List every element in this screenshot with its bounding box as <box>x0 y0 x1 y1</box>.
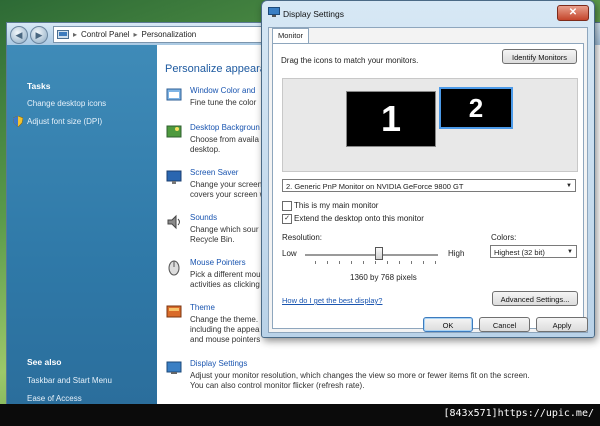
slider-tick <box>423 261 424 264</box>
identify-monitors-button[interactable]: Identify Monitors <box>502 49 577 64</box>
window-color-link[interactable]: Window Color and <box>190 86 255 95</box>
monitor-select[interactable]: 2. Generic PnP Monitor on NVIDIA GeForce… <box>282 179 576 192</box>
desktop-background-link[interactable]: Desktop Backgroun <box>190 123 260 132</box>
slider-tick <box>411 261 412 264</box>
monitor-1[interactable]: 1 <box>346 91 436 147</box>
sidebar: Tasks Change desktop icons Adjust font s… <box>7 45 157 405</box>
theme-icon <box>166 305 182 318</box>
chevron-down-icon: ▼ <box>566 183 572 189</box>
close-button[interactable]: ✕ <box>557 5 589 21</box>
display-icon <box>268 7 280 17</box>
display-settings-link[interactable]: Display Settings <box>190 359 247 368</box>
dialog-titlebar[interactable]: Display Settings ✕ <box>262 1 594 25</box>
sidebar-item-taskbar[interactable]: Taskbar and Start Menu <box>27 376 112 385</box>
colors-select[interactable]: Highest (32 bit) ▼ <box>490 245 577 258</box>
chevron-down-icon: ▼ <box>567 249 573 255</box>
extend-desktop-checkbox[interactable]: ✓ <box>282 214 292 224</box>
sounds-icon <box>167 214 180 230</box>
resolution-value: 1360 by 768 pixels <box>350 273 417 282</box>
dialog-body: Monitor Drag the icons to match your mon… <box>268 27 588 333</box>
slider-tick <box>339 261 340 264</box>
desktop-background-icon <box>166 125 182 138</box>
mouse-pointers-icon <box>168 260 180 276</box>
sidebar-item-ease-of-access[interactable]: Ease of Access <box>27 394 82 403</box>
monitor-2[interactable]: 2 <box>439 87 513 129</box>
control-panel-icon <box>57 29 69 39</box>
slider-tick <box>327 261 328 264</box>
instruction-label: Drag the icons to match your monitors. <box>281 56 419 65</box>
breadcrumb-personalization[interactable]: Personalization <box>142 30 197 39</box>
breadcrumb-separator-icon: ▸ <box>133 30 138 39</box>
forward-button[interactable]: ▶ <box>30 26 48 44</box>
display-settings-description: Adjust your monitor resolution, which ch… <box>190 371 530 390</box>
theme-link[interactable]: Theme <box>190 303 215 312</box>
resolution-label: Resolution: <box>282 233 323 242</box>
slider-tick <box>399 261 400 264</box>
watermark-text: [843x571]https://upic.me/ <box>443 408 594 419</box>
shield-icon <box>13 116 23 127</box>
colors-label: Colors: <box>491 233 517 242</box>
slider-tick <box>363 261 364 264</box>
dialog-title: Display Settings <box>283 9 344 19</box>
resolution-slider-track[interactable] <box>305 254 438 257</box>
resolution-high-label: High <box>448 249 465 258</box>
main-monitor-checkbox[interactable] <box>282 201 292 211</box>
screen-saver-icon <box>166 170 182 184</box>
display-settings-dialog: Display Settings ✕ Monitor Drag the icon… <box>261 0 595 338</box>
slider-tick <box>375 261 376 264</box>
breadcrumb[interactable]: ▸ Control Panel ▸ Personalization <box>53 26 275 43</box>
slider-tick <box>351 261 352 264</box>
main-monitor-label: This is my main monitor <box>294 201 379 210</box>
cancel-button[interactable]: Cancel <box>479 317 530 332</box>
advanced-settings-button[interactable]: Advanced Settings... <box>492 291 578 306</box>
resolution-slider-thumb[interactable] <box>375 247 384 260</box>
page-title: Personalize appeara <box>165 63 266 75</box>
back-button[interactable]: ◀ <box>10 26 28 44</box>
extend-desktop-label: Extend the desktop onto this monitor <box>294 214 424 223</box>
screen-saver-link[interactable]: Screen Saver <box>190 168 238 177</box>
see-also-heading: See also <box>27 357 62 367</box>
sounds-link[interactable]: Sounds <box>190 213 217 222</box>
window-color-icon <box>166 88 182 101</box>
ok-button[interactable]: OK <box>423 317 473 332</box>
monitor-arrangement-area: 1 2 <box>282 78 578 172</box>
resolution-low-label: Low <box>282 249 297 258</box>
tasks-heading: Tasks <box>27 81 51 91</box>
mouse-pointers-link[interactable]: Mouse Pointers <box>190 258 246 267</box>
display-settings-icon <box>166 361 182 374</box>
monitor-select-value: 2. Generic PnP Monitor on NVIDIA GeForce… <box>286 182 464 191</box>
sidebar-item-adjust-font-size[interactable]: Adjust font size (DPI) <box>27 117 102 126</box>
best-display-help-link[interactable]: How do I get the best display? <box>282 296 382 305</box>
colors-select-value: Highest (32 bit) <box>494 248 545 257</box>
apply-button[interactable]: Apply <box>536 317 588 332</box>
slider-tick <box>387 261 388 264</box>
breadcrumb-separator-icon: ▸ <box>73 30 78 39</box>
slider-tick <box>315 261 316 264</box>
sidebar-item-change-desktop-icons[interactable]: Change desktop icons <box>27 99 106 108</box>
breadcrumb-control-panel[interactable]: Control Panel <box>81 30 129 39</box>
slider-tick <box>435 261 436 264</box>
monitor-tab-panel: Drag the icons to match your monitors. I… <box>272 43 584 329</box>
